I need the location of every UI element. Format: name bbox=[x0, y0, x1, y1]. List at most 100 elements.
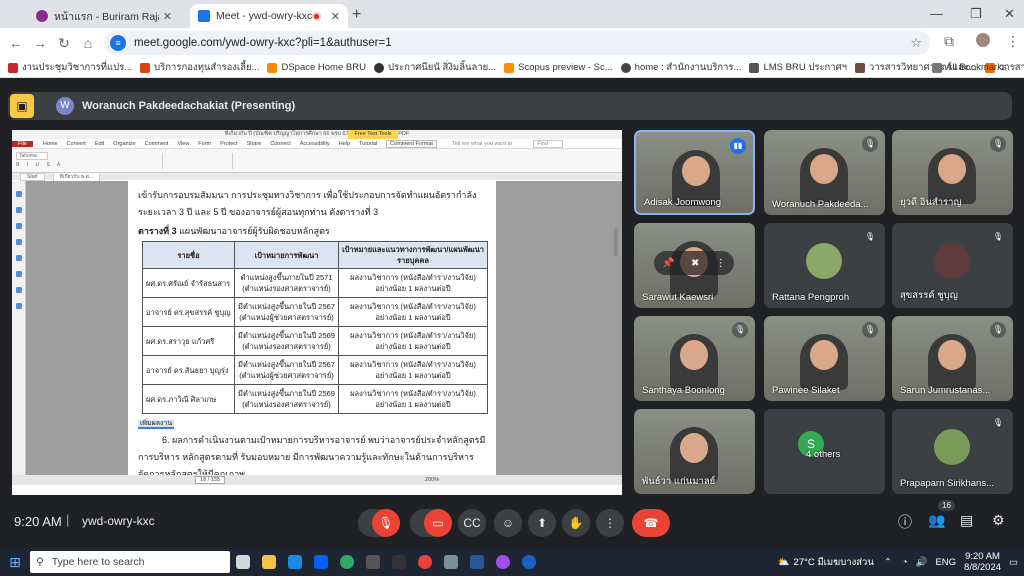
close-tab-icon[interactable]: ✕ bbox=[163, 10, 172, 23]
menu-tutorial[interactable]: Tutorial bbox=[359, 141, 377, 147]
comments-panel-icon[interactable] bbox=[16, 223, 22, 229]
signature-panel-icon[interactable] bbox=[16, 271, 22, 277]
menu-edit[interactable]: Edit bbox=[95, 141, 104, 147]
participant-tile[interactable]: 🎙 ยุวดี อินสำราญ bbox=[892, 130, 1013, 215]
attachments-panel-icon[interactable] bbox=[16, 255, 22, 261]
menu-share[interactable]: Share bbox=[247, 141, 262, 147]
browser-tab-bru[interactable]: หน้าแรก - Buriram Rajabhat Univ ✕ bbox=[28, 4, 180, 28]
mail-icon[interactable] bbox=[282, 548, 308, 576]
menu-comment-format[interactable]: Comment Format bbox=[386, 139, 437, 148]
bookmark-item[interactable]: งานประชุมวิชาการที่แปร... bbox=[8, 60, 132, 75]
browser-tab-meet[interactable]: Meet - ywd-owry-kxc ✕ bbox=[190, 4, 348, 28]
menu-help[interactable]: Help bbox=[339, 141, 350, 147]
menu-file[interactable]: File bbox=[12, 140, 33, 147]
menu-protect[interactable]: Protect bbox=[220, 141, 237, 147]
volume-icon[interactable]: 🔊 bbox=[916, 557, 928, 568]
site-info-icon[interactable]: ≡ bbox=[110, 35, 126, 51]
tags-panel-icon[interactable] bbox=[16, 303, 22, 309]
word-icon[interactable] bbox=[464, 548, 490, 576]
reactions-button[interactable]: ☺ bbox=[494, 509, 522, 537]
file-explorer-icon[interactable] bbox=[256, 548, 282, 576]
mute-toggle-icon[interactable]: ✖ bbox=[691, 258, 699, 269]
participant-tile[interactable]: ▮▮ Adisak Joomwong bbox=[634, 130, 755, 215]
activities-icon[interactable]: ⚙ bbox=[992, 512, 1005, 529]
participant-tile[interactable]: 🎙 Santhaya Boonlong bbox=[634, 316, 755, 401]
stage-scrollbar[interactable] bbox=[614, 228, 618, 256]
camera-off-button[interactable]: ▭ bbox=[424, 509, 452, 537]
bookmark-item[interactable]: DSpace Home BRU bbox=[267, 62, 366, 73]
notifications-icon[interactable]: ▭ bbox=[1009, 557, 1018, 568]
windows-start-icon[interactable]: ⊞ bbox=[0, 554, 30, 571]
more-options-button[interactable]: ⋮ bbox=[596, 509, 624, 537]
profile-avatar[interactable] bbox=[976, 33, 990, 50]
close-window-icon[interactable]: ✕ bbox=[1004, 6, 1015, 22]
presentation-icon[interactable]: ▣ bbox=[10, 94, 34, 118]
zoom-level[interactable]: 200% bbox=[425, 477, 439, 483]
tell-me-box[interactable]: Tell me what you want to bbox=[452, 141, 512, 147]
maximize-icon[interactable]: ❐ bbox=[970, 6, 982, 22]
mic-off-button[interactable]: 🎙 bbox=[372, 509, 400, 537]
address-bar[interactable]: ≡ meet.google.com/ywd-owry-kxc?pli=1&aut… bbox=[104, 31, 930, 55]
bookmark-item[interactable]: Scopus preview - Sc... bbox=[504, 62, 613, 73]
participant-tile[interactable]: S4 others bbox=[764, 409, 885, 494]
store-icon[interactable] bbox=[360, 548, 386, 576]
home-icon[interactable]: ⌂ bbox=[76, 35, 100, 51]
meeting-info-icon[interactable]: ⓘ bbox=[898, 512, 912, 532]
edge-icon[interactable] bbox=[334, 548, 360, 576]
app-icon[interactable] bbox=[438, 548, 464, 576]
participant-tile[interactable]: 📌 ✖ ⋮ Sarawut Kaewsri bbox=[634, 223, 755, 308]
menu-comment[interactable]: Comment bbox=[145, 141, 169, 147]
pin-icon[interactable]: 📌 bbox=[662, 258, 674, 269]
menu-organize[interactable]: Organize bbox=[113, 141, 135, 147]
doc-tab-start[interactable]: Start bbox=[20, 172, 45, 181]
new-tab-button[interactable]: + bbox=[352, 6, 361, 24]
page-indicator[interactable]: 18 / 135 bbox=[195, 476, 225, 484]
captions-button[interactable]: CC bbox=[458, 509, 486, 537]
participant-tile[interactable]: 🎙 Rattana Pengproh bbox=[764, 223, 885, 308]
participant-tile[interactable]: 🎙 Woranuch Pakdeeda... bbox=[764, 130, 885, 215]
menu-form[interactable]: Form bbox=[198, 141, 211, 147]
font-select[interactable]: Tahoma bbox=[16, 152, 48, 160]
menu-icon[interactable]: ⋮ bbox=[1006, 33, 1020, 50]
minimize-icon[interactable]: — bbox=[930, 6, 943, 21]
chat-icon[interactable]: ▤ bbox=[960, 512, 973, 529]
leave-call-button[interactable]: ☎ bbox=[632, 509, 670, 537]
find-box[interactable]: Find bbox=[533, 139, 563, 148]
extensions-icon[interactable]: ⧉ bbox=[944, 33, 954, 50]
taskbar-search[interactable]: ⚲ Type here to search bbox=[30, 551, 230, 573]
format-buttons[interactable]: B I U S A bbox=[16, 162, 63, 168]
menu-view[interactable]: View bbox=[177, 141, 189, 147]
participant-tile[interactable]: 🎙 สุขสรรค์ ชูบุญ bbox=[892, 223, 1013, 308]
taskbar-clock[interactable]: 9:20 AM 8/8/2024 bbox=[964, 551, 1001, 573]
bookmark-item[interactable]: ประกาศนียนั สิ่งิมลิ้นลาย... bbox=[373, 60, 496, 75]
messenger-icon[interactable] bbox=[490, 548, 516, 576]
menu-connect[interactable]: Connect bbox=[270, 141, 291, 147]
bookmark-item[interactable]: home : สำนักงานบริการ... bbox=[620, 60, 741, 75]
menu-accessibility[interactable]: Accessibility bbox=[300, 141, 330, 147]
people-icon[interactable]: 👥 bbox=[928, 512, 945, 529]
pages-panel-icon[interactable] bbox=[16, 207, 22, 213]
forward-icon[interactable]: → bbox=[28, 35, 52, 51]
bookmark-item[interactable]: บริการกองทุนสำรองเลี้ย... bbox=[140, 60, 259, 75]
participant-tile[interactable]: พันธ์วา แก่นมาลย์ bbox=[634, 409, 755, 494]
participant-tile[interactable]: 🎙 Pawinee Silaket bbox=[764, 316, 885, 401]
text-annotation[interactable]: เพิ่มผลงาน bbox=[138, 420, 175, 429]
network-icon[interactable]: ◔ bbox=[902, 557, 908, 568]
all-bookmarks[interactable]: All Bookmarks bbox=[932, 62, 1007, 73]
present-button[interactable]: ⬆ bbox=[528, 509, 556, 537]
close-tab-icon[interactable]: ✕ bbox=[331, 10, 340, 23]
weather-text[interactable]: 27°C มีเมฆบางส่วน bbox=[794, 555, 874, 570]
tile-hover-controls[interactable]: 📌 ✖ ⋮ bbox=[654, 251, 734, 275]
security-panel-icon[interactable] bbox=[16, 287, 22, 293]
bookmark-item[interactable]: LMS BRU ประกาศฯ bbox=[749, 60, 847, 75]
bookmark-star-icon[interactable]: ☆ bbox=[910, 35, 922, 51]
tray-chevron-icon[interactable]: ⌃ bbox=[884, 557, 892, 568]
raise-hand-button[interactable]: ✋ bbox=[562, 509, 590, 537]
chrome-icon[interactable] bbox=[412, 548, 438, 576]
doc-tab-current[interactable]: ที่เกี่ยวกับ พ.ศ... bbox=[52, 171, 100, 182]
help-icon[interactable] bbox=[516, 548, 542, 576]
tile-more-icon[interactable]: ⋮ bbox=[716, 258, 726, 269]
reload-icon[interactable]: ↻ bbox=[52, 35, 76, 52]
task-view-icon[interactable] bbox=[230, 548, 256, 576]
dropbox-icon[interactable] bbox=[308, 548, 334, 576]
